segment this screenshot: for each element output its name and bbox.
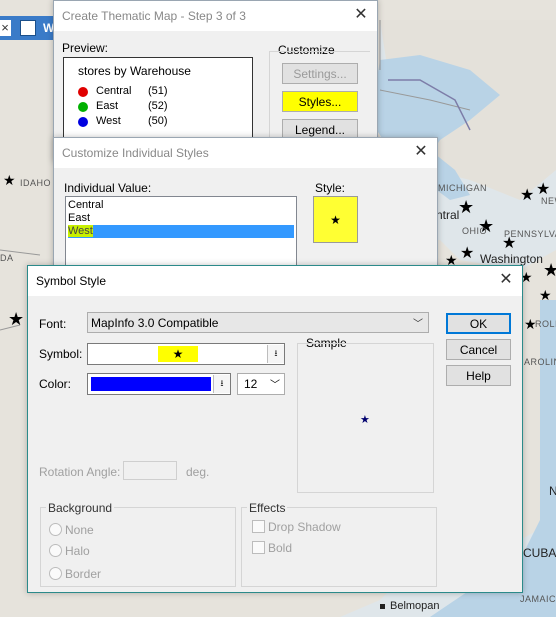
map-label-cuba: CUBA bbox=[523, 546, 556, 560]
individual-title: Customize Individual Styles bbox=[62, 146, 209, 160]
color-picker[interactable]: ⭳ bbox=[87, 373, 231, 395]
list-item[interactable]: East bbox=[68, 212, 294, 225]
symbol-title: Symbol Style bbox=[36, 274, 107, 288]
map-label-jamaica: JAMAICA bbox=[520, 594, 556, 604]
style-label: Style: bbox=[315, 181, 346, 195]
map-star: ★ bbox=[543, 260, 556, 280]
list-item[interactable]: Central bbox=[68, 199, 294, 212]
help-button[interactable]: Help bbox=[446, 365, 511, 386]
map-label-washington: Washington bbox=[480, 252, 543, 266]
map-label-michigan: MICHIGAN bbox=[438, 183, 487, 193]
blue-dot-icon bbox=[78, 117, 88, 127]
map-star: ★ bbox=[8, 309, 24, 329]
legend-item-name: Central bbox=[96, 85, 132, 97]
close-icon[interactable]: ✕ bbox=[353, 6, 369, 24]
size-select[interactable]: 12 ﹀ bbox=[237, 373, 285, 395]
dropdown-arrow-icon[interactable]: ⭳ bbox=[267, 345, 284, 363]
settings-button[interactable]: Settings... bbox=[282, 63, 358, 84]
chevron-down-icon: ﹀ bbox=[270, 380, 280, 391]
thematic-title: Create Thematic Map - Step 3 of 3 bbox=[62, 9, 246, 23]
individual-value-label: Individual Value: bbox=[64, 181, 152, 195]
map-star: ★ bbox=[3, 172, 16, 188]
map-label-ohio: OHIO bbox=[462, 226, 488, 236]
red-dot-icon bbox=[78, 87, 88, 97]
radio-none-label: None bbox=[65, 523, 94, 537]
font-select-value: MapInfo 3.0 Compatible bbox=[91, 316, 219, 330]
map-label-newyork: NEW bbox=[541, 196, 556, 206]
font-select[interactable]: MapInfo 3.0 Compatible ﹀ bbox=[87, 312, 429, 333]
legend-item-name: East bbox=[96, 100, 119, 112]
map-label-da: DA bbox=[0, 253, 14, 263]
drop-shadow-label: Drop Shadow bbox=[268, 520, 341, 534]
star-icon: ★ bbox=[158, 346, 198, 362]
legend-item-count: (52) bbox=[148, 100, 168, 112]
legend-item-name: West bbox=[96, 115, 121, 127]
map-window-tab[interactable]: × W bbox=[0, 16, 60, 40]
cancel-button[interactable]: Cancel bbox=[446, 339, 511, 360]
checkbox-drop-shadow[interactable] bbox=[252, 520, 265, 533]
checkbox-bold[interactable] bbox=[252, 541, 265, 554]
rotation-input[interactable] bbox=[123, 461, 177, 480]
legend-preview: stores by Warehouse Central (51) East (5… bbox=[63, 57, 253, 149]
green-dot-icon bbox=[78, 102, 88, 112]
background-label: Background bbox=[46, 501, 115, 515]
list-item-label: West bbox=[68, 225, 93, 237]
radio-border-label: Border bbox=[65, 567, 102, 581]
styles-button[interactable]: Styles... bbox=[282, 91, 358, 112]
ok-button[interactable]: OK bbox=[446, 313, 511, 334]
rotation-unit: deg. bbox=[186, 465, 210, 479]
radio-none[interactable] bbox=[49, 523, 62, 536]
map-label-n: N bbox=[549, 484, 556, 498]
tab-close-icon[interactable]: × bbox=[0, 20, 11, 36]
dropdown-arrow-icon[interactable]: ⭳ bbox=[213, 375, 230, 393]
list-item-label: Central bbox=[68, 199, 104, 211]
symbol-picker[interactable]: ★ ⭳ bbox=[87, 343, 285, 365]
individual-value-list[interactable]: Central East West bbox=[65, 196, 297, 268]
radio-border[interactable] bbox=[49, 567, 62, 580]
map-star: ★ bbox=[539, 287, 552, 303]
list-item-label: East bbox=[68, 212, 91, 224]
map-label-idaho: IDAHO bbox=[20, 178, 52, 188]
map-star: ★ bbox=[458, 197, 474, 217]
rotation-label: Rotation Angle: bbox=[39, 465, 121, 479]
map-label-carolina: AROLINA bbox=[524, 357, 556, 367]
map-label-central: ntral bbox=[436, 208, 460, 222]
radio-halo-label: Halo bbox=[65, 544, 90, 558]
close-icon[interactable]: ✕ bbox=[498, 271, 514, 289]
symbol-titlebar[interactable]: Symbol Style ✕ bbox=[28, 266, 522, 296]
map-star: ★ bbox=[520, 187, 534, 204]
legend-title: stores by Warehouse bbox=[78, 64, 191, 78]
close-icon[interactable]: ✕ bbox=[413, 143, 429, 161]
font-label: Font: bbox=[39, 317, 67, 331]
size-value: 12 bbox=[244, 377, 258, 391]
star-icon: ★ bbox=[360, 414, 370, 426]
individual-styles-dialog: Customize Individual Styles ✕ Individual… bbox=[53, 137, 438, 274]
color-swatch bbox=[91, 377, 211, 391]
individual-titlebar[interactable]: Customize Individual Styles ✕ bbox=[54, 138, 437, 168]
star-icon: ★ bbox=[330, 212, 341, 227]
radio-halo[interactable] bbox=[49, 544, 62, 557]
legend-item-count: (51) bbox=[148, 85, 168, 97]
sample-box: ★ bbox=[297, 343, 434, 493]
map-label-belmopan: Belmopan bbox=[390, 600, 440, 612]
map-window-icon bbox=[20, 20, 36, 36]
legend-item-count: (50) bbox=[148, 115, 168, 127]
list-item-selected[interactable]: West bbox=[68, 225, 294, 238]
bold-label: Bold bbox=[268, 541, 293, 555]
color-label: Color: bbox=[39, 377, 72, 391]
map-label-pennsylvania: PENNSYLVANIA bbox=[504, 229, 556, 239]
map-star: ★ bbox=[460, 245, 474, 262]
capital-dot bbox=[380, 604, 385, 609]
map-label-carolina2: ROLINA bbox=[535, 319, 556, 329]
style-preview-button[interactable]: ★ bbox=[313, 196, 358, 243]
thematic-titlebar[interactable]: Create Thematic Map - Step 3 of 3 ✕ bbox=[54, 1, 377, 31]
symbol-label: Symbol: bbox=[39, 347, 83, 361]
preview-label: Preview: bbox=[62, 41, 109, 55]
chevron-down-icon: ﹀ bbox=[413, 319, 423, 330]
effects-label: Effects bbox=[247, 501, 288, 515]
symbol-style-dialog: Symbol Style ✕ Font: MapInfo 3.0 Compati… bbox=[27, 265, 523, 593]
